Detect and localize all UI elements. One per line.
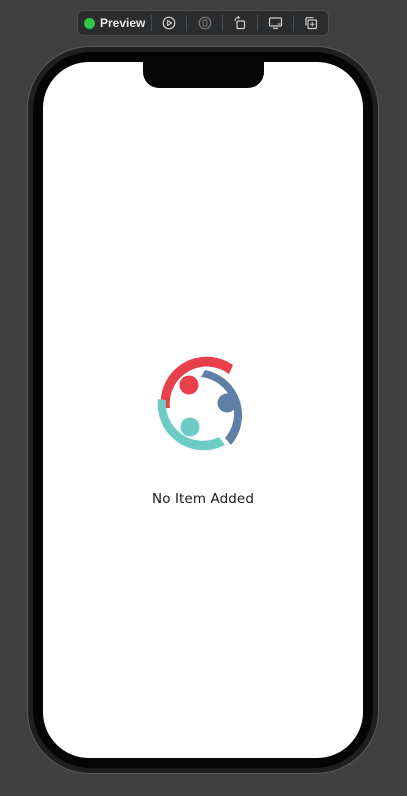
device-settings-button[interactable] xyxy=(258,11,292,35)
logo-teal-head xyxy=(180,417,200,437)
duplicate-preview-button[interactable] xyxy=(294,11,328,35)
community-logo-icon xyxy=(153,353,253,453)
device-settings-icon xyxy=(268,17,282,29)
selectable-mode-button[interactable] xyxy=(187,11,221,35)
preview-label: Preview xyxy=(100,16,146,30)
selectable-mode-icon xyxy=(198,16,211,30)
device-notch xyxy=(143,62,264,88)
device-screen: No Item Added xyxy=(43,62,363,758)
rotate-device-button[interactable] xyxy=(223,11,257,35)
preview-mode-button[interactable]: Preview xyxy=(78,11,151,35)
logo-blue-head xyxy=(217,393,237,413)
duplicate-preview-icon xyxy=(305,17,317,30)
rotate-device-icon xyxy=(234,16,246,30)
empty-state-message: No Item Added xyxy=(152,491,254,507)
preview-toolbar: Preview xyxy=(77,10,329,36)
logo-red-head xyxy=(179,375,199,395)
live-preview-button[interactable] xyxy=(152,11,186,35)
live-play-icon xyxy=(162,16,176,30)
xcode-preview-canvas: Preview No Item Added xyxy=(0,0,407,796)
empty-state: No Item Added xyxy=(43,353,363,507)
status-dot-icon xyxy=(84,17,95,29)
